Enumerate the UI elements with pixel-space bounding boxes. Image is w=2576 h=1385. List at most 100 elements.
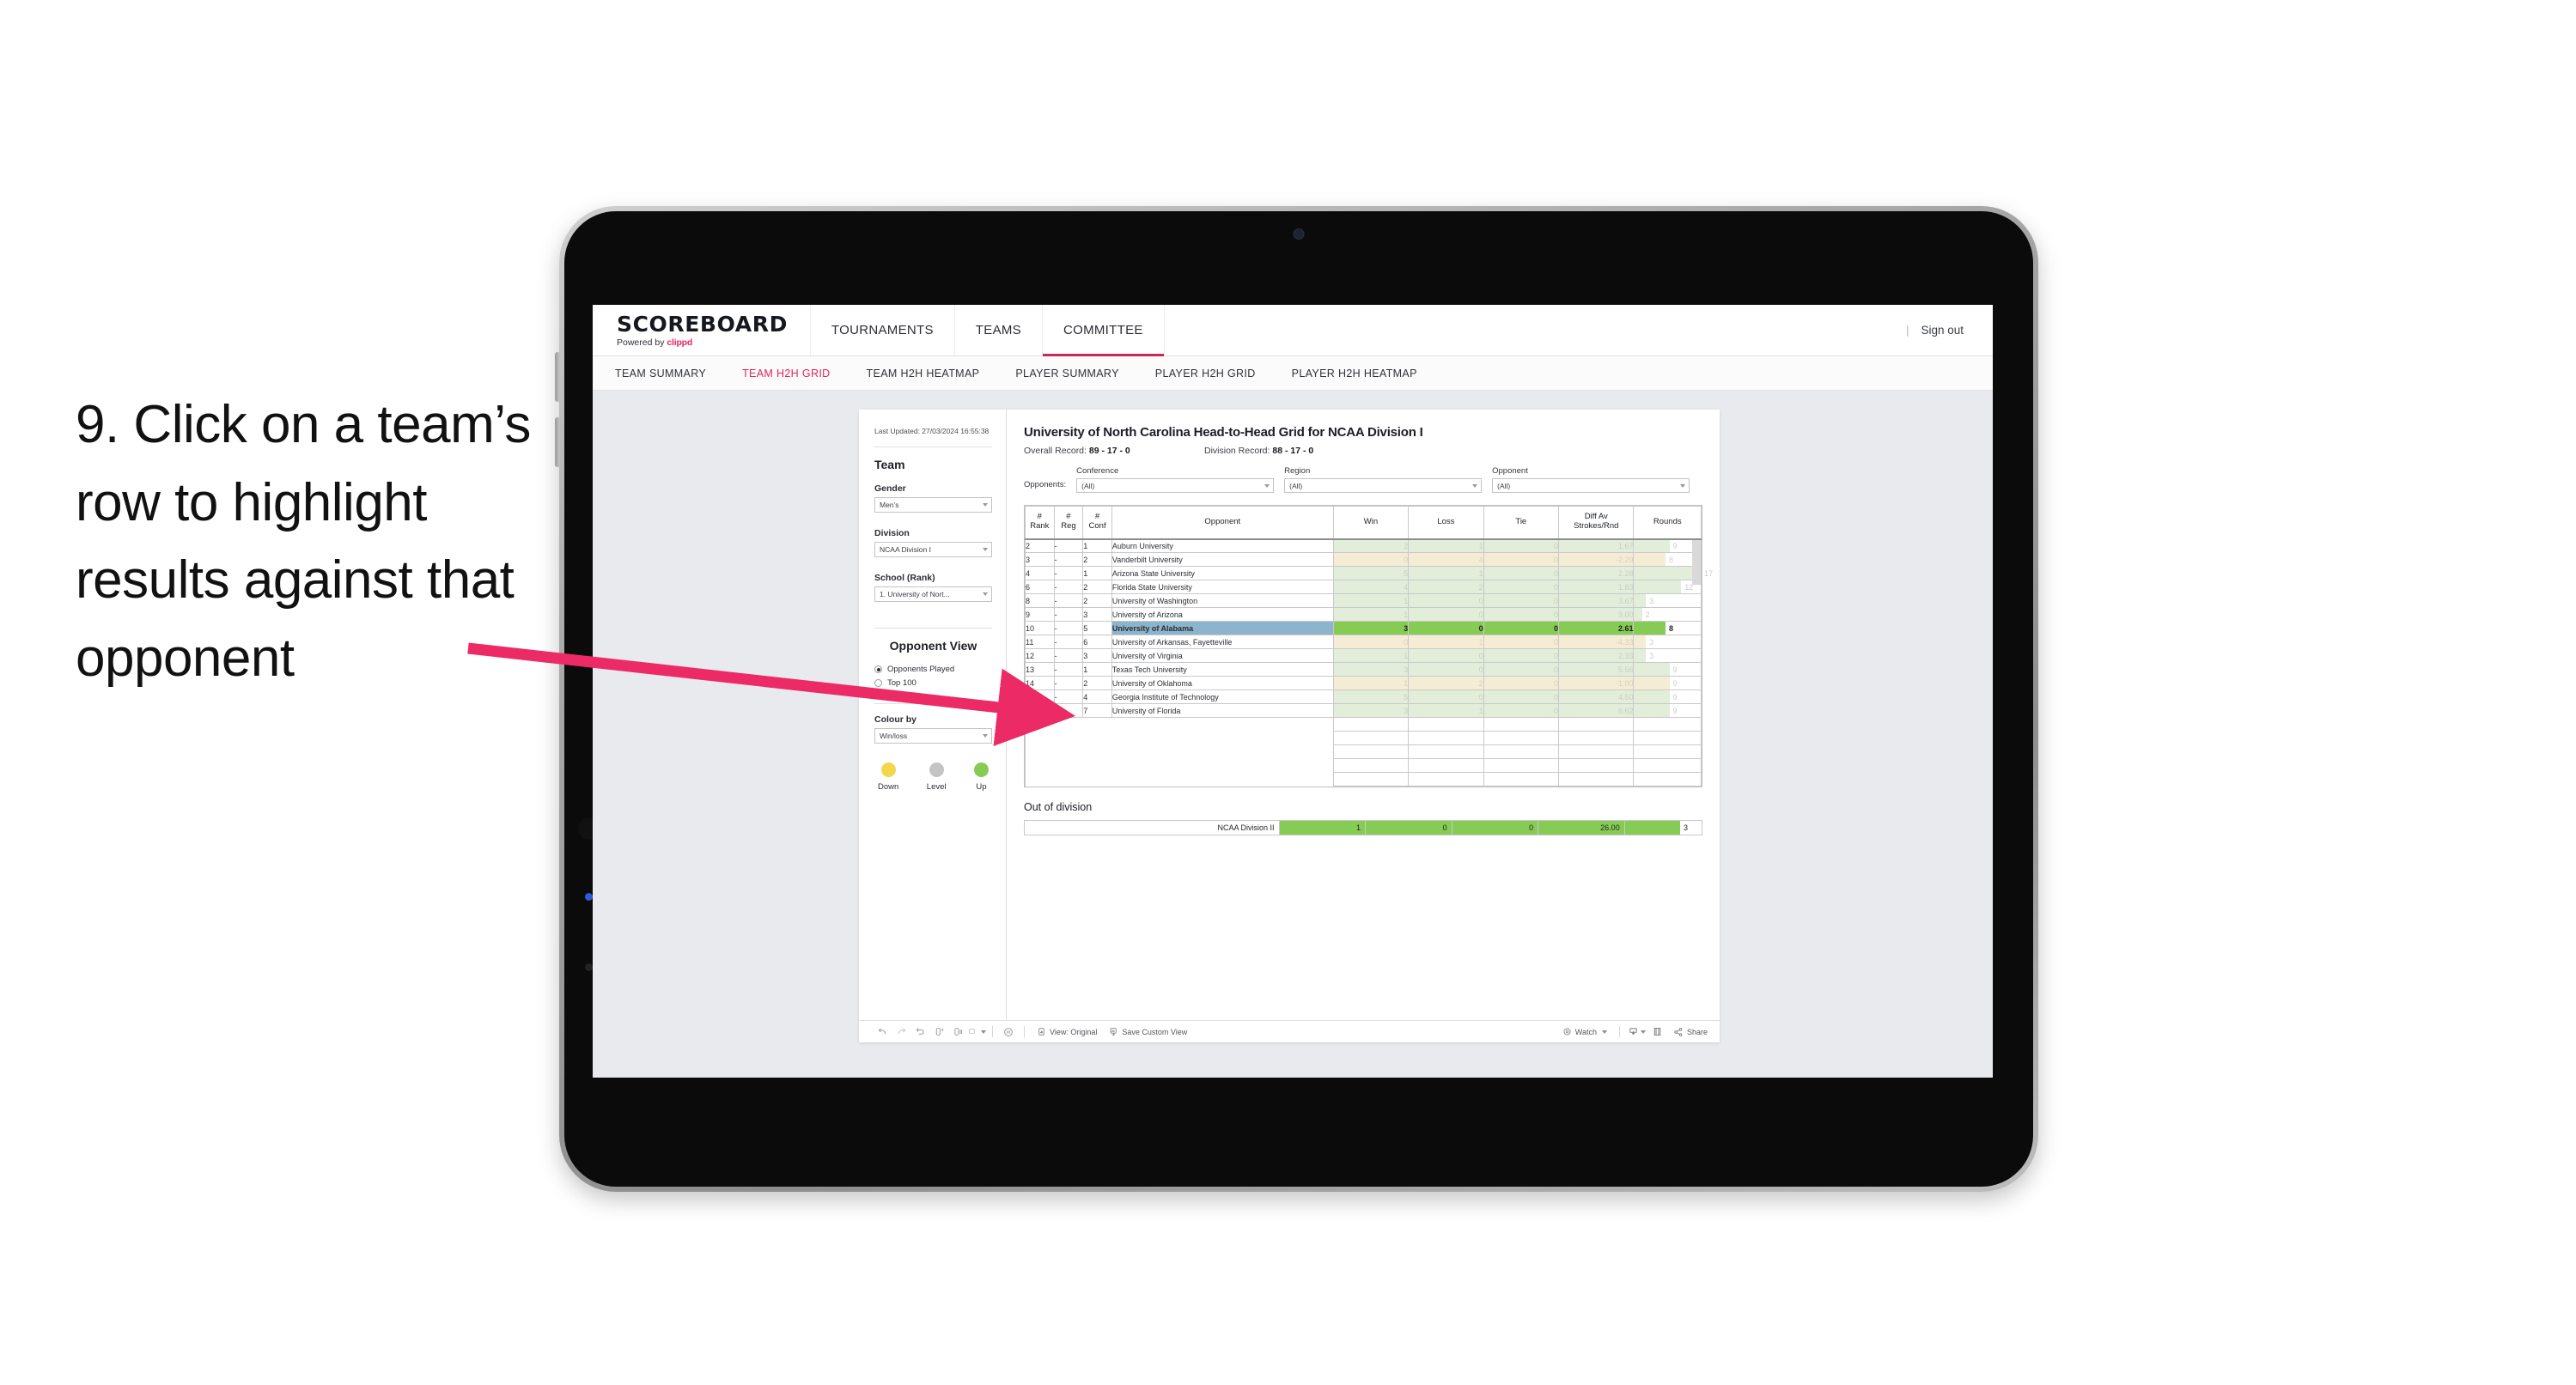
table-row[interactable]: 12-3 University of Virginia 1 0 0 2.33 3: [1025, 648, 1702, 663]
filter-sidebar: Last Updated: 27/03/2024 16:55:38 Team G…: [859, 410, 1007, 1020]
redo-icon[interactable]: [892, 1023, 910, 1042]
col-conf-l2: Conf: [1088, 521, 1106, 532]
cell-diff: 1.67: [1558, 538, 1635, 553]
gender-select[interactable]: Men’s: [874, 497, 992, 513]
col-conf[interactable]: # Conf: [1082, 506, 1112, 540]
cell-diff: 1.83: [1558, 580, 1635, 594]
nav-tab-tournaments[interactable]: TOURNAMENTS: [811, 305, 955, 355]
colour-by-select[interactable]: Win/loss: [874, 728, 992, 744]
table-row[interactable]: 13-1 Texas Tech University 3 0 0 5.56 9: [1025, 662, 1702, 677]
conference-select[interactable]: (All): [1076, 478, 1275, 493]
team-section-title: Team: [874, 458, 905, 472]
overall-record: Overall Record: 89 - 17 - 0: [1024, 446, 1204, 456]
subtab-player-h2h-heatmap[interactable]: PLAYER H2H HEATMAP: [1292, 368, 1417, 380]
radio-top-100[interactable]: Top 100: [874, 678, 992, 688]
col-rounds[interactable]: Rounds: [1633, 506, 1702, 540]
table-row[interactable]: 9-3 University of Arizona 1 0 0 9.00 2: [1025, 607, 1702, 622]
cell-rounds: 2: [1633, 607, 1702, 622]
volume-down-button[interactable]: [555, 417, 560, 467]
subtab-team-h2h-grid[interactable]: TEAM H2H GRID: [742, 368, 830, 380]
cell-empty: [1633, 731, 1702, 745]
save-custom-view-button[interactable]: Save Custom View: [1103, 1027, 1193, 1036]
table-row-empty: [1025, 731, 1702, 745]
table-row[interactable]: 10-5 University of Alabama 3 0 0 2.61 8: [1025, 621, 1702, 635]
table-row[interactable]: 14-2 University of Oklahoma 1 2 0 -1.00 9: [1025, 676, 1702, 690]
table-row[interactable]: 8-2 University of Washington 1 0 0 3.67 3: [1025, 593, 1702, 608]
undo-icon[interactable]: [873, 1023, 892, 1042]
chevron-down-icon: [1472, 483, 1478, 488]
cell-reg: -: [1053, 689, 1084, 704]
cell-reg: -: [1053, 621, 1084, 635]
table-row[interactable]: 15-4 Georgia Institute of Technology 5 0 0 4.…: [1025, 689, 1702, 704]
brand-logo[interactable]: SCOREBOARD Powered by clippd: [593, 305, 811, 355]
rounds-value: 9: [1672, 541, 1678, 550]
nav-tab-committee[interactable]: COMMITTEE: [1042, 305, 1165, 356]
school-select[interactable]: 1. University of Nort...: [874, 586, 992, 603]
radio-icon: [874, 665, 882, 674]
cell-diff: -1.00: [1558, 676, 1635, 690]
col-win[interactable]: Win: [1332, 506, 1410, 540]
subtab-player-h2h-grid[interactable]: PLAYER H2H GRID: [1155, 368, 1256, 380]
subtab-team-summary[interactable]: TEAM SUMMARY: [615, 368, 706, 380]
cell-empty: [1332, 758, 1410, 773]
col-loss[interactable]: Loss: [1408, 506, 1484, 540]
grid-scrollbar[interactable]: [1692, 540, 1701, 691]
signout-link[interactable]: Sign out: [1921, 324, 1964, 337]
presentation-mode-icon[interactable]: [967, 1023, 986, 1042]
col-diff[interactable]: Diff Av Strokes/Rnd: [1558, 506, 1635, 540]
nav-tab-teams[interactable]: TEAMS: [955, 305, 1043, 355]
cell-empty: [1408, 772, 1484, 787]
radio-opponents-played[interactable]: Opponents Played: [874, 665, 992, 674]
region-select[interactable]: (All): [1284, 478, 1483, 493]
region-filter: Region (All): [1284, 466, 1483, 493]
legend-item-level: Level: [927, 762, 947, 792]
cell-rank: 15: [1025, 689, 1055, 704]
table-row[interactable]: 6-2 Florida State University 4 2 0 1.83 12: [1025, 580, 1702, 594]
cell-win: 1: [1332, 607, 1410, 622]
subtab-player-summary[interactable]: PLAYER SUMMARY: [1015, 368, 1118, 380]
rounds-value: 3: [1649, 596, 1654, 605]
table-row[interactable]: 2-1 Auburn University 2 1 0 1.67 9: [1025, 538, 1702, 553]
cell-opponent: University of Arizona: [1111, 607, 1334, 622]
share-button[interactable]: Share: [1667, 1027, 1720, 1037]
volume-up-button[interactable]: [555, 352, 560, 402]
view-original-button[interactable]: View: Original: [1031, 1027, 1103, 1036]
col-reg[interactable]: # Reg: [1053, 506, 1084, 540]
division-select[interactable]: NCAA Division I: [874, 542, 992, 558]
cell-conf: 4: [1082, 689, 1112, 704]
rounds-value: 3: [1649, 637, 1654, 647]
col-rank[interactable]: # Rank: [1025, 506, 1055, 540]
cell-diff: 2.61: [1558, 621, 1635, 635]
cell-empty: [1558, 717, 1635, 732]
view-original-label: View: Original: [1050, 1027, 1098, 1036]
table-row[interactable]: 16-7 University of Florida 3 1 0 6.62 9: [1025, 703, 1702, 718]
pause-clock-icon[interactable]: [999, 1023, 1018, 1042]
cell-empty: [1054, 773, 1083, 787]
refresh-data-icon[interactable]: [929, 1023, 948, 1042]
cell-opponent: Arizona State University: [1111, 566, 1334, 580]
cell-opponent: Vanderbilt University: [1111, 552, 1334, 567]
pause-auto-update-icon[interactable]: [948, 1023, 967, 1042]
opponent-value: (All): [1497, 481, 1511, 490]
cell-rounds: 9: [1633, 538, 1702, 553]
table-row[interactable]: 3-2 Vanderbilt University 0 4 0 -2.29 8: [1025, 552, 1702, 567]
col-tie[interactable]: Tie: [1483, 506, 1560, 540]
fullscreen-icon[interactable]: [1648, 1023, 1667, 1042]
table-row[interactable]: 4-1 Arizona State University 5 1 0 2.28 17: [1025, 566, 1713, 580]
grid-scrollbar-thumb[interactable]: [1692, 540, 1701, 585]
legend-dot-down: [880, 762, 896, 778]
col-opponent[interactable]: Opponent: [1111, 506, 1334, 540]
watch-button[interactable]: Watch: [1556, 1027, 1613, 1036]
subtab-team-h2h-heatmap[interactable]: TEAM H2H HEATMAP: [867, 368, 980, 380]
cell-empty: [1408, 731, 1484, 745]
cell-empty: [1054, 759, 1083, 773]
opponent-select[interactable]: (All): [1492, 478, 1690, 493]
out-of-division-row[interactable]: NCAA Division II 1 0 0 26.00 3: [1024, 820, 1703, 835]
download-icon[interactable]: [1626, 1023, 1648, 1042]
revert-icon[interactable]: [910, 1023, 929, 1042]
legend-dot-level: [929, 762, 944, 778]
table-row[interactable]: 11-6 University of Arkansas, Fayetteville…: [1025, 635, 1702, 649]
region-label: Region: [1284, 466, 1311, 476]
legend-item-down: Down: [878, 762, 898, 792]
cell-empty: [1332, 772, 1410, 787]
